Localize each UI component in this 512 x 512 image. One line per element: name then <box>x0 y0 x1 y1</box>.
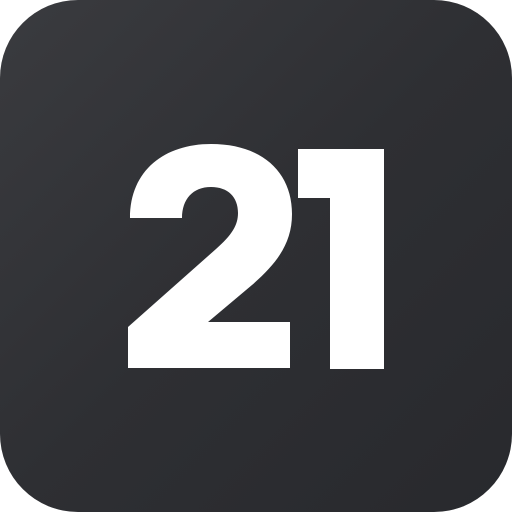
app-icon[interactable]: 21 <box>0 0 512 512</box>
digit-2 <box>128 144 292 368</box>
number-21-glyph: 21 <box>128 144 384 369</box>
digit-1 <box>298 149 384 369</box>
